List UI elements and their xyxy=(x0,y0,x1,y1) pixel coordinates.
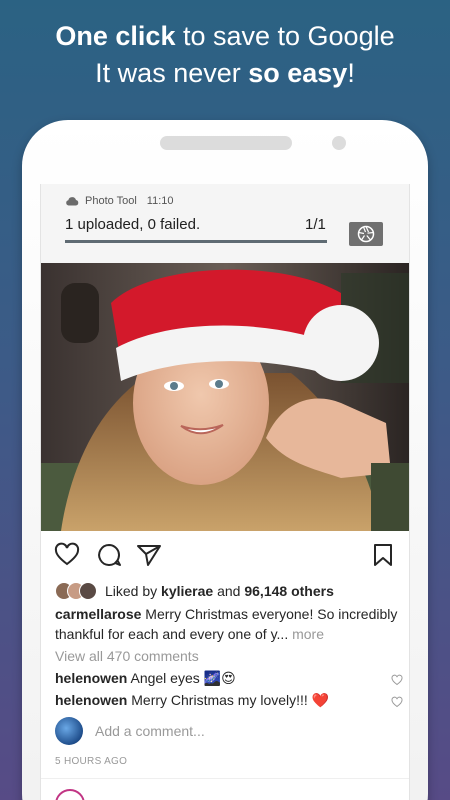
post-caption: carmellarose Merry Christmas everyone! S… xyxy=(55,604,403,644)
comment-icon[interactable] xyxy=(95,541,123,569)
promo-line-1: One click to save to Google xyxy=(0,18,450,55)
caption-more-link[interactable]: more xyxy=(288,626,324,642)
share-icon[interactable] xyxy=(135,541,163,569)
liked-by-prefix: Liked by xyxy=(105,583,162,599)
liked-by-count[interactable]: 96,148 others xyxy=(244,583,334,599)
promo-rest-1: to save to Google xyxy=(175,21,395,51)
comment-row: helenowen Angel eyes 🌌😍 xyxy=(55,670,403,690)
heart-icon[interactable] xyxy=(53,541,81,569)
comment-username[interactable]: helenowen xyxy=(55,670,127,686)
comment-like-heart-icon[interactable] xyxy=(391,674,403,686)
camera-shutter-icon xyxy=(357,225,375,243)
phone-screen: Photo Tool 11:10 1 uploaded, 0 failed. 1… xyxy=(40,184,410,800)
notification-time: 11:10 xyxy=(146,195,174,207)
next-post-preview xyxy=(41,778,409,800)
phone-camera xyxy=(332,136,346,150)
add-comment-input[interactable]: Add a comment... xyxy=(95,723,205,739)
notification-message: 1 uploaded, 0 failed. xyxy=(65,216,201,233)
upload-progress-bar xyxy=(65,240,327,243)
phone-speaker xyxy=(160,136,292,150)
promo-start-2: It was never xyxy=(95,58,249,88)
comment-text: Angel eyes 🌌😍 xyxy=(127,670,236,686)
caption-username[interactable]: carmellarose xyxy=(55,606,141,622)
post-action-bar xyxy=(41,537,409,571)
avatar[interactable] xyxy=(55,789,85,800)
promo-headline: One click to save to Google It was never… xyxy=(0,18,450,92)
view-all-comments-link[interactable]: View all 470 comments xyxy=(55,648,199,664)
liked-by-text: Liked by kylierae and 96,148 others xyxy=(105,583,334,599)
upload-notification[interactable]: Photo Tool 11:10 1 uploaded, 0 failed. 1… xyxy=(41,184,409,264)
camera-shutter-button[interactable] xyxy=(349,222,383,246)
santa-hat-selfie-image xyxy=(41,263,409,531)
liked-by-row[interactable]: Liked by kylierae and 96,148 others xyxy=(55,580,334,602)
comment-text: Merry Christmas my lovely!!! ❤️ xyxy=(127,692,330,708)
promo-bold-1: One click xyxy=(55,21,176,51)
comment-row: helenowen Merry Christmas my lovely!!! ❤… xyxy=(55,692,403,712)
promo-bold-2: so easy xyxy=(248,58,348,88)
promo-end-2: ! xyxy=(347,58,355,88)
phone-frame: Photo Tool 11:10 1 uploaded, 0 failed. 1… xyxy=(22,120,428,800)
liker-avatar xyxy=(79,582,97,600)
notification-count: 1/1 xyxy=(305,216,326,233)
notification-header: Photo Tool 11:10 xyxy=(65,194,174,208)
comment-like-heart-icon[interactable] xyxy=(391,696,403,708)
notification-app-name: Photo Tool xyxy=(85,195,137,207)
bookmark-icon[interactable] xyxy=(369,541,397,569)
comment-username[interactable]: helenowen xyxy=(55,692,127,708)
post-photo[interactable] xyxy=(41,263,409,531)
liked-by-user[interactable]: kylierae xyxy=(161,583,213,599)
avatar xyxy=(55,717,83,745)
cloud-icon xyxy=(66,197,79,206)
upload-progress-fill xyxy=(65,240,327,243)
post-timestamp: 5 HOURS AGO xyxy=(55,756,128,767)
promo-line-2: It was never so easy! xyxy=(0,55,450,92)
liked-by-mid: and xyxy=(213,583,245,599)
add-comment-row[interactable]: Add a comment... xyxy=(55,716,205,746)
